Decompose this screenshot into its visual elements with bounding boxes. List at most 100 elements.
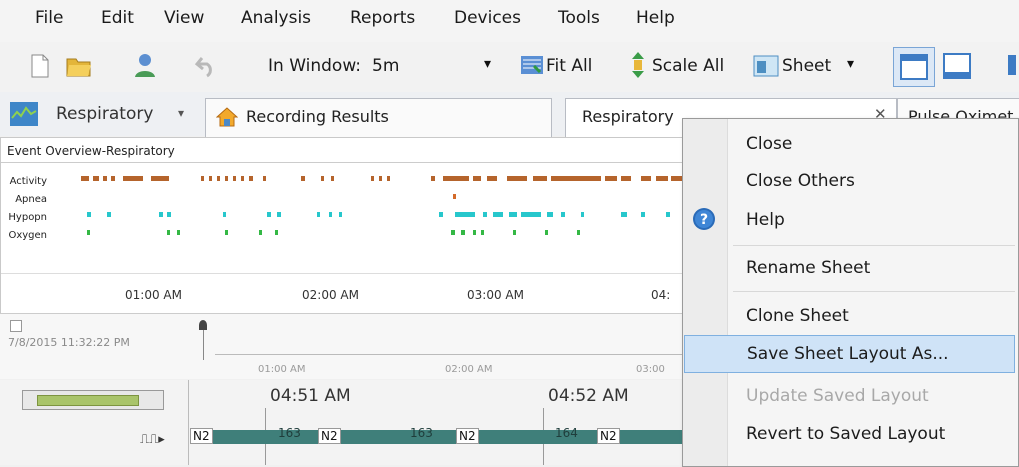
- menu-view[interactable]: View: [164, 8, 204, 28]
- event-mark: [451, 230, 455, 235]
- help-icon: ?: [692, 207, 716, 235]
- timeline-navigator[interactable]: 7/8/2015 11:32:22 PM 01:00 AM 02:00 AM 0…: [0, 313, 690, 379]
- event-mark: [267, 212, 271, 217]
- respiratory-dropdown-chevron-icon[interactable]: ▾: [178, 106, 184, 120]
- event-mark: [387, 176, 390, 181]
- event-mark: [87, 212, 91, 217]
- scale-all-button[interactable]: Scale All: [652, 56, 724, 76]
- tab-recording-results[interactable]: Recording Results: [205, 98, 552, 137]
- event-mark: [329, 212, 332, 217]
- layout-top-button[interactable]: [893, 47, 935, 87]
- scroll-thumb[interactable]: [22, 390, 164, 410]
- event-mark: [666, 212, 670, 217]
- sheet-dropdown-icon[interactable]: ▾: [847, 56, 854, 72]
- event-mark: [483, 212, 487, 217]
- sheet-button[interactable]: Sheet: [782, 56, 831, 76]
- menu-item-rename-sheet[interactable]: Rename Sheet: [728, 249, 1016, 287]
- menu-help[interactable]: Help: [636, 8, 675, 28]
- event-mark: [641, 212, 645, 217]
- user-icon[interactable]: [133, 52, 157, 82]
- event-mark: [521, 212, 541, 217]
- menu-item-close-others[interactable]: Close Others: [728, 162, 1016, 200]
- epoch-number: 164: [555, 426, 578, 440]
- divider: [1, 162, 691, 163]
- stage-label: N2: [318, 428, 341, 444]
- menu-reports[interactable]: Reports: [350, 8, 415, 28]
- event-mark: [225, 230, 228, 235]
- event-mark: [167, 212, 171, 217]
- event-mark: [509, 212, 517, 217]
- collapse-toggle[interactable]: [10, 320, 22, 332]
- menu-item-label: Clone Sheet: [746, 306, 849, 326]
- event-plot-area[interactable]: [81, 170, 689, 260]
- overview-tick: 03:00 AM: [467, 288, 524, 302]
- event-mark: [301, 176, 305, 181]
- sheet-icon[interactable]: [753, 54, 779, 82]
- undo-icon[interactable]: [194, 54, 218, 82]
- menu-file[interactable]: File: [35, 8, 63, 28]
- timeline-cursor[interactable]: [203, 330, 204, 360]
- event-mark: [453, 194, 456, 199]
- menu-bar: File Edit View Analysis Reports Devices …: [0, 0, 1019, 42]
- event-mark: [167, 230, 170, 235]
- event-mark: [431, 176, 435, 181]
- event-mark: [225, 176, 228, 181]
- event-mark: [103, 176, 107, 181]
- event-mark: [217, 176, 220, 181]
- fit-all-icon[interactable]: [520, 52, 544, 82]
- event-mark: [545, 230, 548, 235]
- menu-edit[interactable]: Edit: [101, 8, 134, 28]
- bookmark-icon[interactable]: [199, 320, 207, 330]
- new-document-icon[interactable]: [30, 54, 50, 82]
- event-mark: [93, 176, 99, 181]
- event-mark: [321, 176, 324, 181]
- timeline-start-timestamp: 7/8/2015 11:32:22 PM: [8, 336, 130, 349]
- event-mark: [581, 212, 584, 217]
- menu-item-label: Revert to Saved Layout: [746, 424, 946, 444]
- signal-strip: 04:51 AM 04:52 AM ⎍⎍▸ N2 N2 N2 N2 163 16…: [0, 380, 690, 465]
- event-mark: [201, 176, 204, 181]
- open-folder-icon[interactable]: [66, 55, 92, 81]
- event-mark: [443, 176, 469, 181]
- in-window-value[interactable]: 5m: [372, 56, 399, 76]
- event-mark: [123, 176, 143, 181]
- menu-devices[interactable]: Devices: [454, 8, 521, 28]
- scale-all-icon[interactable]: [628, 51, 648, 83]
- menu-item-save-sheet-layout-as[interactable]: Save Sheet Layout As...: [684, 335, 1015, 373]
- divider: [188, 380, 189, 465]
- menu-item-close[interactable]: Close: [728, 125, 1016, 163]
- event-mark: [87, 230, 90, 235]
- event-mark: [656, 176, 668, 181]
- event-mark: [371, 176, 374, 181]
- layout-bottom-icon[interactable]: [943, 53, 971, 83]
- menu-icon-gutter: [683, 119, 728, 466]
- event-mark: [473, 176, 481, 181]
- event-mark: [159, 212, 163, 217]
- menu-tools[interactable]: Tools: [558, 8, 600, 28]
- menu-item-clone-sheet[interactable]: Clone Sheet: [728, 297, 1016, 335]
- menu-item-revert-to-saved-layout[interactable]: Revert to Saved Layout: [728, 415, 1016, 453]
- menu-item-help[interactable]: Help: [728, 201, 1016, 239]
- event-mark: [621, 176, 631, 181]
- event-mark: [439, 212, 443, 217]
- overview-tick: 01:00 AM: [125, 288, 182, 302]
- event-mark: [209, 176, 212, 181]
- event-mark: [331, 176, 334, 181]
- event-mark: [81, 176, 89, 181]
- toolbar-overflow-icon[interactable]: [1008, 55, 1016, 75]
- layout-top-icon: [900, 54, 928, 80]
- event-mark: [111, 176, 115, 181]
- respiratory-dropdown[interactable]: Respiratory: [56, 104, 153, 124]
- window-dropdown-icon[interactable]: ▾: [484, 56, 491, 72]
- event-mark: [455, 212, 475, 217]
- menu-separator: [733, 291, 1015, 292]
- fit-all-button[interactable]: Fit All: [546, 56, 592, 76]
- timeline-axis: [215, 354, 685, 355]
- event-mark: [487, 176, 497, 181]
- menu-analysis[interactable]: Analysis: [241, 8, 311, 28]
- event-mark: [561, 212, 565, 217]
- event-mark: [339, 212, 342, 217]
- tab-recording-results-label: Recording Results: [246, 107, 389, 126]
- in-window-label: In Window:: [268, 56, 362, 76]
- event-mark: [233, 176, 236, 181]
